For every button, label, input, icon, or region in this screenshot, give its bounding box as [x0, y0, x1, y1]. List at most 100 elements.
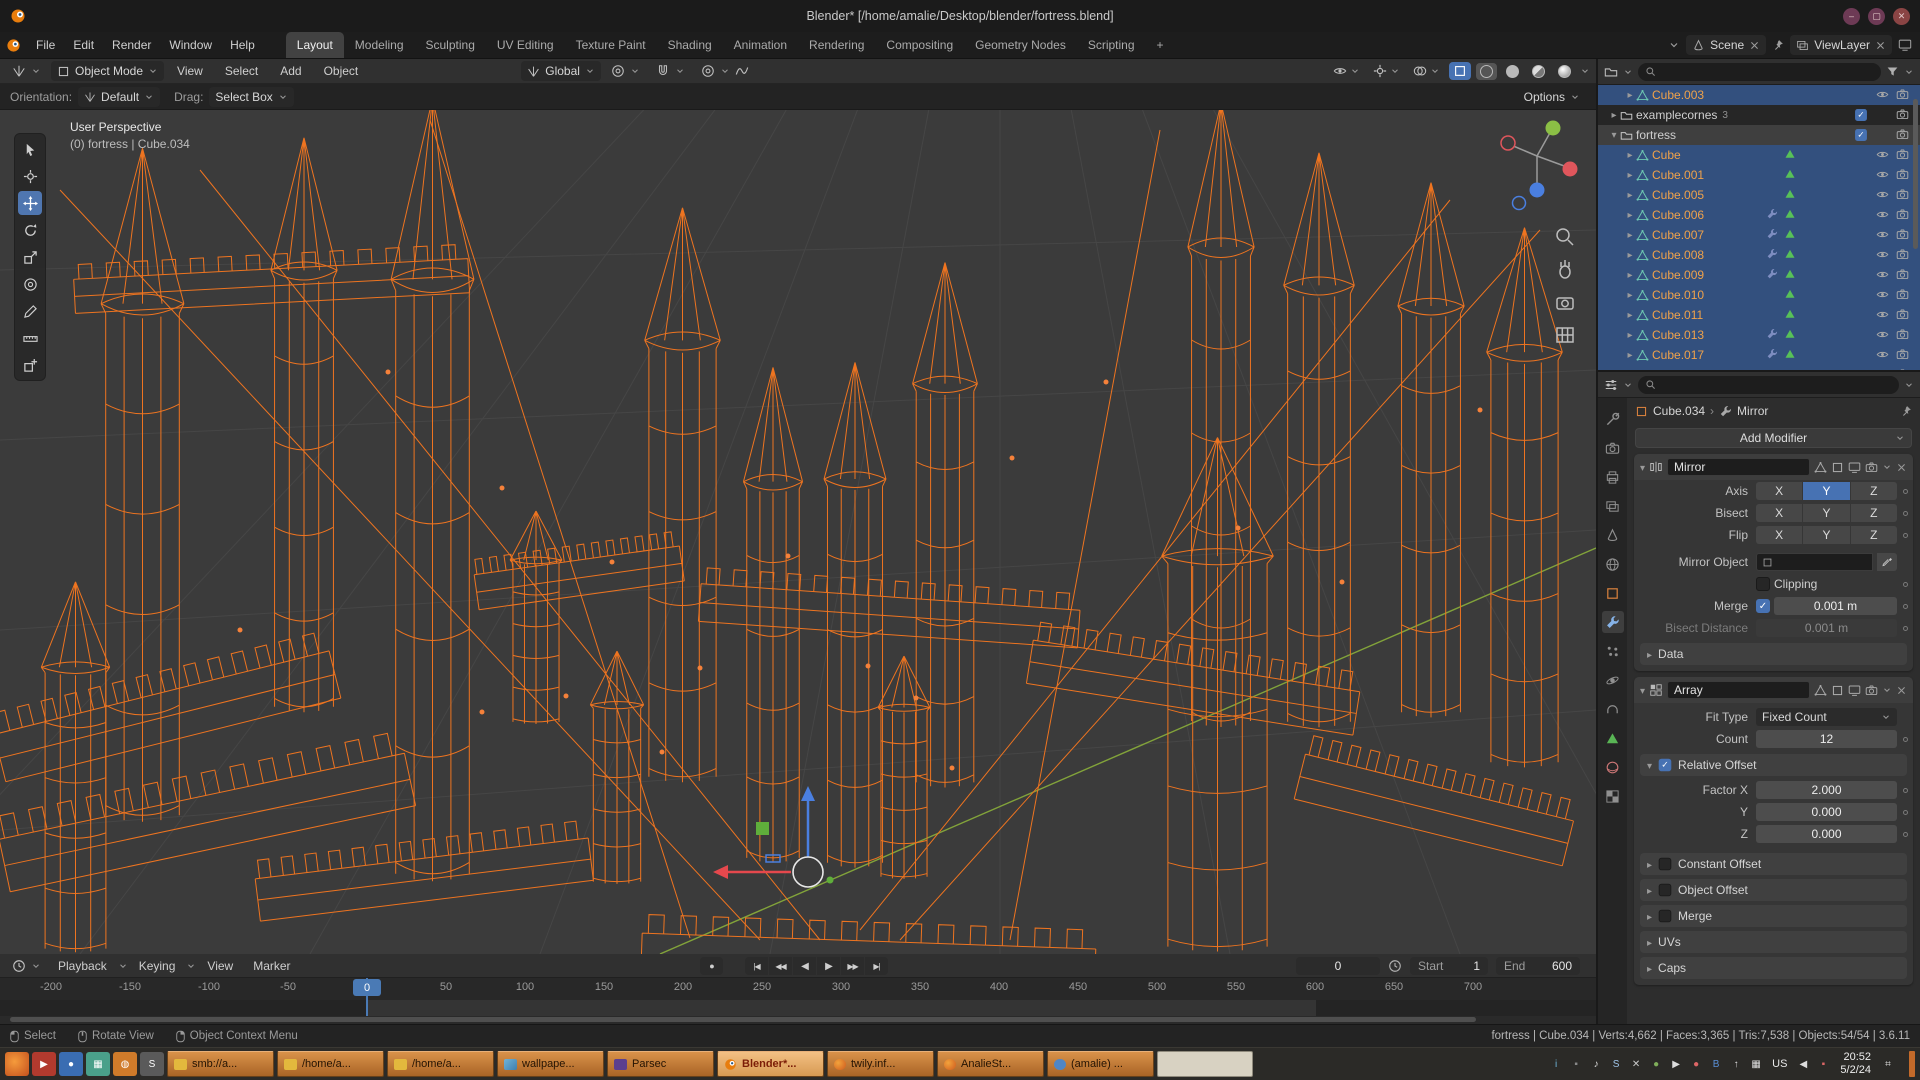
properties-search-input[interactable] [1638, 376, 1899, 394]
shading-rendered-button[interactable] [1554, 63, 1575, 80]
decorator-dot[interactable] [1897, 533, 1913, 538]
axis-y-ball[interactable] [1546, 121, 1561, 136]
add-cube-tool[interactable] [18, 353, 42, 377]
launcher-media-icon[interactable]: ▶ [32, 1052, 56, 1076]
axis-z-button[interactable]: Z [1851, 482, 1897, 500]
launcher-steam-icon[interactable]: S [140, 1052, 164, 1076]
outliner-row[interactable]: Cube.011 [1598, 305, 1920, 325]
tab-compositing[interactable]: Compositing [875, 32, 964, 58]
jump-to-end-button[interactable] [865, 957, 888, 975]
expand-icon[interactable] [1624, 310, 1636, 321]
tray-messages-icon[interactable]: ▪ [1814, 1055, 1832, 1073]
merge-threshold-field[interactable]: 0.001 m [1774, 597, 1897, 615]
disable-render-icon[interactable] [1896, 168, 1909, 181]
titlebar[interactable]: Blender* [/home/amalie/Desktop/blender/f… [0, 0, 1920, 32]
delete-modifier-icon[interactable] [1896, 462, 1907, 473]
disable-render-icon[interactable] [1896, 308, 1909, 321]
decorator-dot[interactable] [1897, 788, 1913, 793]
minimize-button[interactable]: – [1843, 8, 1860, 25]
relative-offset-checkbox[interactable] [1659, 759, 1672, 772]
task-button-untitled[interactable] [1157, 1051, 1253, 1077]
menu-edit[interactable]: Edit [64, 32, 103, 58]
merge-subpanel[interactable]: Merge [1640, 905, 1907, 927]
hide-eye-icon[interactable] [1876, 348, 1889, 361]
remove-viewlayer-icon[interactable] [1875, 40, 1886, 51]
keyboard-layout-indicator[interactable]: US [1767, 1058, 1792, 1070]
menu-object[interactable]: Object [315, 64, 368, 78]
gizmos-dropdown[interactable] [1369, 62, 1404, 80]
tab-view-layer[interactable] [1602, 495, 1624, 517]
on-cage-icon[interactable] [1814, 684, 1827, 697]
timeline-scrollbar[interactable] [10, 1017, 1476, 1022]
collection-checkbox[interactable] [1855, 129, 1867, 141]
outliner-row[interactable]: Cube.018 [1598, 365, 1920, 370]
annotate-tool[interactable] [18, 299, 42, 323]
viewlayer-selector[interactable]: ViewLayer [1790, 35, 1892, 55]
decorator-dot[interactable] [1897, 832, 1913, 837]
flip-x-button[interactable]: X [1756, 526, 1802, 544]
outliner-row-active-collection[interactable]: fortress [1598, 125, 1920, 145]
overlays-dropdown[interactable] [1409, 62, 1444, 80]
menu-window[interactable]: Window [160, 32, 221, 58]
outliner-search-input[interactable] [1638, 63, 1881, 81]
hide-eye-icon[interactable] [1876, 168, 1889, 181]
xray-toggle[interactable] [1449, 62, 1471, 80]
transform-tool[interactable] [18, 272, 42, 296]
show-desktop-button[interactable] [1909, 1051, 1915, 1077]
select-box-tool[interactable] [18, 137, 42, 161]
tray-network-icon[interactable]: ▦ [1747, 1055, 1765, 1073]
expand-icon[interactable] [1624, 270, 1636, 281]
properties-editor-icon[interactable] [1604, 378, 1618, 392]
merge-checkbox[interactable] [1756, 599, 1770, 613]
disable-render-icon[interactable] [1896, 348, 1909, 361]
array-merge-checkbox[interactable] [1659, 910, 1672, 923]
shading-dropdown-icon[interactable] [1580, 66, 1590, 76]
factor-z-field[interactable]: 0.000 [1756, 825, 1897, 843]
hide-eye-icon[interactable] [1876, 88, 1889, 101]
edit-mode-icon[interactable] [1831, 461, 1844, 474]
timeline-editor-selector[interactable] [6, 956, 47, 976]
expand-icon[interactable] [1624, 230, 1636, 241]
tray-upload-icon[interactable]: ↑ [1727, 1055, 1745, 1073]
add-workspace-button[interactable]: + [1146, 32, 1175, 58]
tab-modifiers[interactable] [1602, 611, 1624, 633]
decorator-dot[interactable] [1897, 810, 1913, 815]
tray-volume-icon[interactable]: ◀ [1794, 1055, 1812, 1073]
options-dropdown[interactable]: Options [1518, 87, 1586, 107]
hide-eye-icon[interactable] [1876, 228, 1889, 241]
tab-sculpting[interactable]: Sculpting [415, 32, 486, 58]
play-reverse-button[interactable] [793, 957, 816, 975]
eyedropper-button[interactable] [1877, 553, 1897, 571]
render-icon[interactable] [1865, 461, 1878, 474]
orientation-default-dropdown[interactable]: Default [78, 87, 160, 107]
mirror-name-field[interactable]: Mirror [1667, 458, 1810, 476]
mode-dropdown[interactable]: Object Mode [51, 61, 164, 81]
bisect-distance-field[interactable]: 0.001 m [1756, 619, 1897, 637]
task-button-blender[interactable]: Blender*... [717, 1051, 824, 1077]
factor-y-field[interactable]: 0.000 [1756, 803, 1897, 821]
expand-icon[interactable] [1624, 150, 1636, 161]
outliner-row[interactable]: Cube.010 [1598, 285, 1920, 305]
mirror-object-field[interactable] [1756, 553, 1873, 571]
task-button-parsec[interactable]: Parsec [607, 1051, 714, 1077]
disable-render-icon[interactable] [1896, 328, 1909, 341]
axis-z-neg-ball[interactable] [1513, 197, 1526, 210]
collapse-icon[interactable] [1640, 683, 1645, 697]
editor-type-selector[interactable] [6, 61, 47, 81]
record-icon[interactable] [700, 957, 723, 975]
disable-render-icon[interactable] [1896, 268, 1909, 281]
tab-object[interactable] [1602, 582, 1624, 604]
tab-constraints[interactable] [1602, 698, 1624, 720]
hide-eye-icon[interactable] [1876, 328, 1889, 341]
uvs-subpanel[interactable]: UVs [1640, 931, 1907, 953]
mirror-panel-header[interactable]: Mirror [1634, 454, 1913, 480]
flip-z-button[interactable]: Z [1851, 526, 1897, 544]
shading-wireframe-button[interactable] [1476, 63, 1497, 80]
next-keyframe-button[interactable] [841, 957, 864, 975]
count-field[interactable]: 12 [1756, 730, 1897, 748]
tab-shading[interactable]: Shading [657, 32, 723, 58]
breadcrumb-object[interactable]: Cube.034 [1653, 404, 1705, 418]
expand-icon[interactable] [1608, 110, 1620, 121]
disable-render-icon[interactable] [1896, 188, 1909, 201]
scale-tool[interactable] [18, 245, 42, 269]
